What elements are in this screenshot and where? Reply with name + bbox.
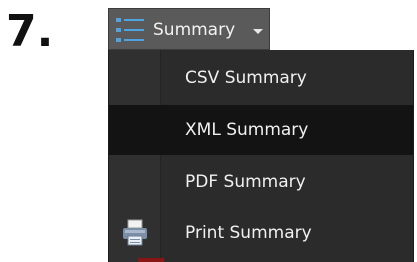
menu-item-label: XML Summary — [185, 120, 309, 140]
summary-dropdown-menu: CSV Summary XML Summary PDF Summary Prin… — [108, 50, 414, 262]
menu-item-print-summary[interactable]: Print Summary — [109, 208, 413, 258]
summary-button-label: Summary — [153, 20, 236, 40]
printer-icon — [123, 219, 147, 246]
menu-item-label: PDF Summary — [185, 172, 306, 192]
summary-dropdown-button[interactable]: Summary — [108, 8, 270, 50]
menu-item-pdf-summary[interactable]: PDF Summary — [109, 157, 413, 207]
step-number: 7. — [6, 6, 54, 57]
list-icon — [116, 18, 144, 42]
menu-item-xml-summary[interactable]: XML Summary — [109, 105, 413, 155]
underlying-ui-fragment — [138, 258, 164, 262]
page: 7. Summary CSV Summary XML Summary PDF S… — [0, 0, 417, 262]
menu-item-label: CSV Summary — [185, 68, 307, 88]
menu-item-csv-summary[interactable]: CSV Summary — [109, 53, 413, 103]
chevron-down-icon — [253, 29, 263, 34]
menu-item-label: Print Summary — [185, 223, 312, 243]
